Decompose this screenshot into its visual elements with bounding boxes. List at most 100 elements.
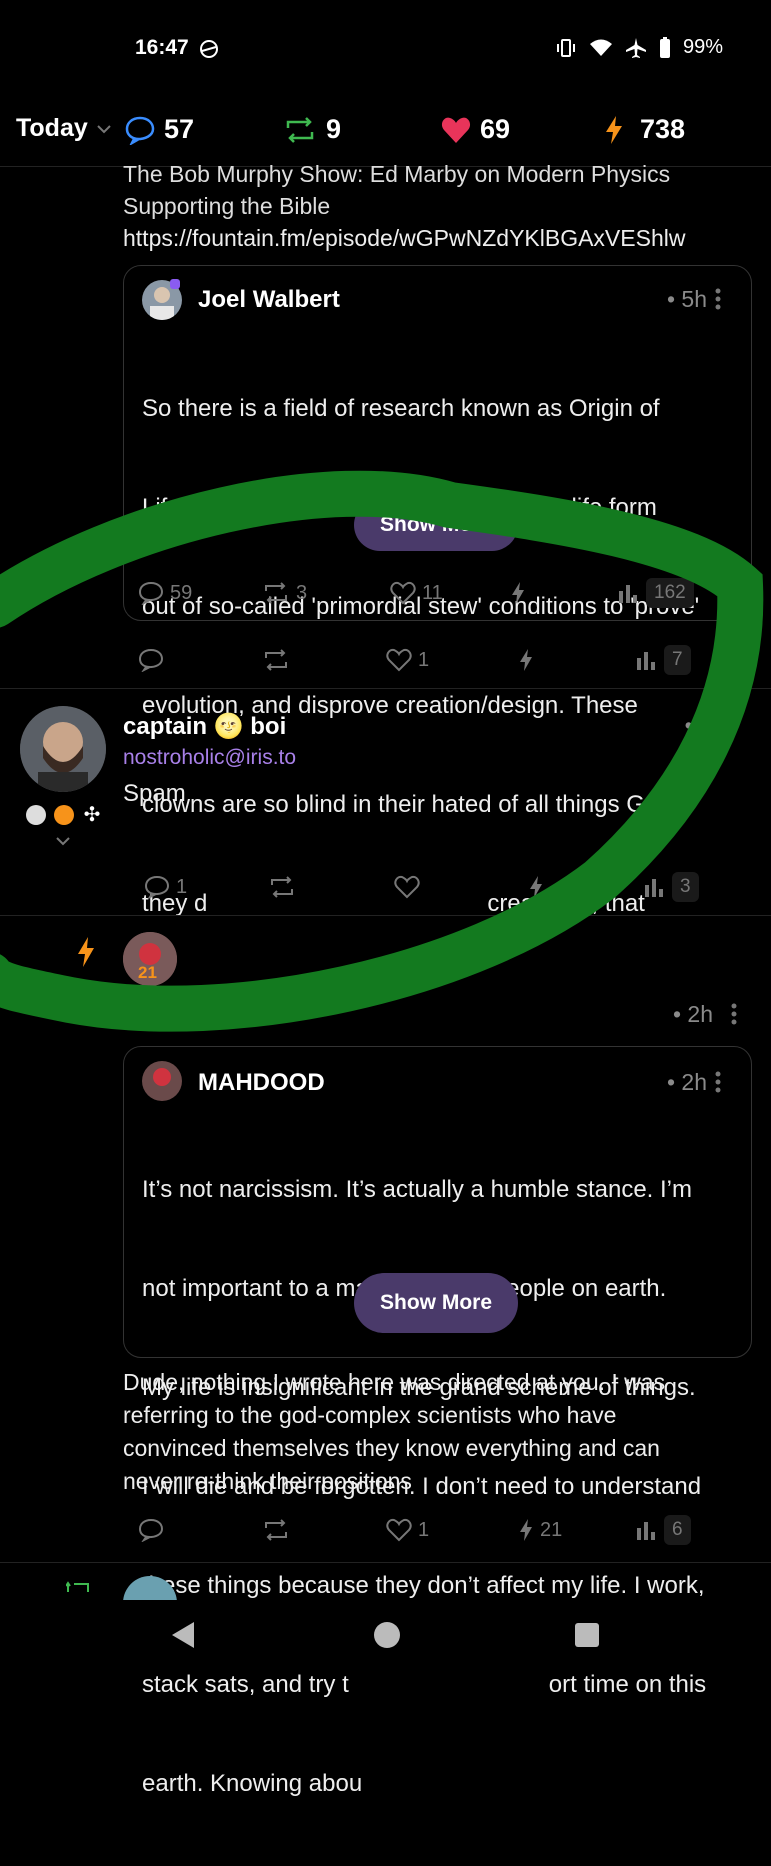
views-button[interactable]: 7	[636, 645, 691, 675]
stats-bar: Today 57 9 69 738	[0, 100, 771, 167]
post-actions: 1 7	[138, 645, 738, 675]
zap-icon	[510, 581, 526, 605]
show-more-button[interactable]: Show More	[354, 499, 519, 551]
quoted-line: It’s not narcissism. It’s actually a hum…	[142, 1176, 692, 1203]
more-options-icon[interactable]	[731, 1003, 737, 1025]
quoted-note-card[interactable]: MAHDOOD • 2h It’s not narcissism. It’s a…	[123, 1046, 752, 1797]
more-options-icon[interactable]	[715, 288, 721, 310]
verified-badge-icon	[170, 279, 180, 289]
battery-icon	[659, 36, 671, 59]
show-more-button[interactable]: Show More	[354, 1273, 519, 1333]
like-button[interactable]: 11	[390, 581, 443, 605]
chevron-down-icon	[96, 121, 112, 137]
bitcoin-badge-icon[interactable]	[54, 805, 74, 825]
expand-chevron-icon[interactable]	[56, 836, 70, 846]
airplane-icon	[625, 37, 647, 59]
replies-count: 57	[164, 114, 195, 144]
heart-icon	[440, 115, 472, 145]
reposts-stat[interactable]: 9	[282, 114, 341, 145]
reply-count: 1	[176, 875, 188, 898]
post-body: Dude, nothing I wrote here was directed …	[123, 1366, 665, 1498]
views-count: 162	[646, 578, 694, 608]
zaps-stat[interactable]: 738	[604, 114, 685, 145]
heart-icon	[390, 581, 416, 605]
zap-button[interactable]	[518, 648, 534, 672]
avatar[interactable]	[20, 706, 106, 792]
avatar[interactable]	[142, 1061, 182, 1101]
bar-chart-icon	[644, 877, 666, 897]
arrows-badge-icon[interactable]: ✣	[82, 805, 102, 825]
quoted-time: • 2h	[666, 1069, 707, 1095]
post-time: • 3m	[684, 712, 731, 738]
like-button[interactable]: 1	[386, 648, 429, 672]
repost-icon	[262, 649, 290, 671]
home-button[interactable]	[372, 1620, 402, 1650]
quoted-line: So there is a field of research known as…	[142, 395, 660, 422]
post-title-line1: The Bob Murphy Show: Ed Marby on Modern …	[123, 161, 671, 187]
battery-percent: 99%	[682, 36, 723, 58]
post-actions: 1 3	[144, 872, 744, 902]
comment-icon	[124, 115, 156, 145]
bar-chart-icon	[618, 583, 640, 603]
divider	[0, 688, 771, 689]
reply-button[interactable]: 1	[144, 875, 187, 899]
heart-icon	[386, 1518, 412, 1542]
post-line: Dude, nothing I wrote here was directed …	[123, 1369, 666, 1395]
post-author[interactable]: captain 🌝 boi	[123, 712, 286, 741]
quoted-author[interactable]: MAHDOOD	[198, 1069, 325, 1097]
comment-icon	[138, 648, 164, 672]
post-author[interactable]: Joel Walbert	[123, 1001, 265, 1029]
quoted-line: clowns are so blind in their hated of al…	[142, 791, 672, 818]
post-actions: 1 21 6	[138, 1515, 738, 1545]
post-handle[interactable]: nostroholic@iris.to	[123, 746, 296, 770]
likes-stat[interactable]: 69	[440, 114, 510, 145]
reply-button[interactable]	[138, 648, 164, 672]
post-line: never re-think their positions	[123, 1468, 412, 1494]
quoted-line: earth. Knowing abou	[142, 1770, 363, 1797]
post-time: • 2h	[672, 1001, 713, 1027]
like-count: 1	[418, 648, 430, 671]
reposts-count: 9	[326, 114, 342, 144]
reply-button[interactable]: 59	[138, 581, 192, 605]
repost-button[interactable]	[262, 1519, 290, 1541]
vpn-icon	[198, 38, 220, 60]
quoted-note-card[interactable]: Joel Walbert • 5h So there is a field of…	[123, 265, 752, 1016]
comment-icon	[144, 875, 170, 899]
repost-button[interactable]	[262, 649, 290, 671]
back-button[interactable]	[170, 1620, 196, 1650]
repost-button[interactable]: 3	[262, 582, 307, 605]
vibrate-icon	[555, 38, 577, 58]
period-selector[interactable]: Today	[16, 114, 112, 143]
zap-button[interactable]	[510, 581, 526, 605]
heart-icon	[386, 648, 412, 672]
like-button[interactable]	[394, 875, 420, 899]
views-button[interactable]: 162	[618, 578, 694, 608]
more-options-icon[interactable]	[715, 1071, 721, 1093]
views-count: 7	[664, 645, 691, 675]
episode-link[interactable]: https://fountain.fm/episode/wGPwNZdYKlBG…	[123, 222, 685, 255]
repost-icon	[282, 116, 318, 144]
quoted-author[interactable]: Joel Walbert	[198, 286, 340, 314]
views-button[interactable]: 3	[644, 872, 699, 902]
zap-icon	[518, 1518, 534, 1542]
replies-stat[interactable]: 57	[124, 114, 194, 145]
reply-button[interactable]	[138, 1518, 164, 1542]
like-count: 11	[422, 581, 443, 604]
heart-icon	[394, 875, 420, 899]
zap-button[interactable]	[528, 875, 544, 899]
repost-indicator-icon	[66, 1580, 94, 1594]
divider	[0, 1562, 771, 1563]
repost-button[interactable]	[268, 876, 296, 898]
comment-icon	[138, 581, 164, 605]
post-line: convinced themselves they know everythin…	[123, 1435, 660, 1461]
recents-button[interactable]	[574, 1622, 600, 1648]
reply-count: 59	[170, 581, 193, 604]
repost-icon	[262, 1519, 290, 1541]
zaps-count: 738	[640, 114, 686, 144]
quoted-text: So there is a field of research known as…	[142, 326, 742, 1085]
views-button[interactable]: 6	[636, 1515, 691, 1545]
zap-button[interactable]: 21	[518, 1518, 562, 1542]
like-button[interactable]: 1	[386, 1518, 429, 1542]
zap-count: 21	[540, 1518, 563, 1541]
rocket-badge-icon[interactable]	[26, 805, 46, 825]
